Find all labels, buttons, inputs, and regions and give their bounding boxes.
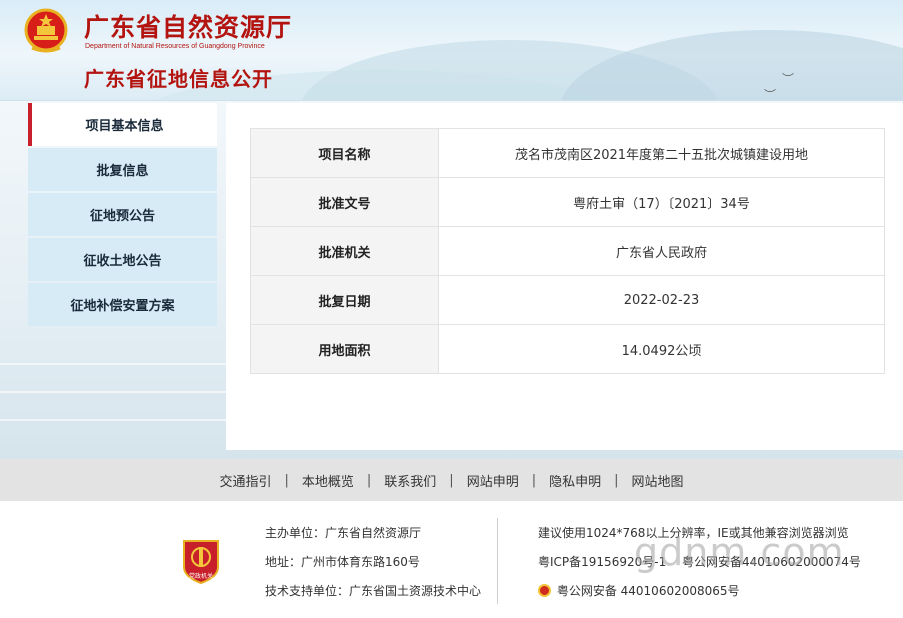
sidebar-item-label: 征收土地公告 xyxy=(83,254,162,269)
sidebar-item-label: 项目基本信息 xyxy=(85,119,164,134)
footer-separator: | xyxy=(614,472,619,488)
row-value: 2022-02-23 xyxy=(438,275,885,325)
table-row: 批准机关 广东省人民政府 xyxy=(250,226,885,276)
table-row: 项目名称 茂名市茂南区2021年度第二十五批次城镇建设用地 xyxy=(250,128,885,178)
footer-separator: | xyxy=(366,472,372,488)
bird-icon: ︶ xyxy=(764,88,777,101)
site-title: 广东省自然资源厅 xyxy=(84,13,293,42)
footer-separator: | xyxy=(449,472,454,488)
table-row: 用地面积 14.0492公顷 xyxy=(250,324,885,374)
row-label: 用地面积 xyxy=(250,324,439,374)
row-label: 批复日期 xyxy=(250,275,439,325)
footer-sponsor: 主办单位：广东省自然资源厅 xyxy=(265,526,422,540)
footer-tech-support: 技术支持单位：广东省国土资源技术中心 xyxy=(265,584,482,598)
row-label: 批准文号 xyxy=(250,177,439,227)
row-label: 项目名称 xyxy=(250,128,439,178)
footer-link-traffic[interactable]: 交通指引 xyxy=(219,471,271,490)
row-value: 广东省人民政府 xyxy=(438,226,885,276)
sidebar-nav: 项目基本信息 批复信息 征地预公告 征收土地公告 征地补偿安置方案 xyxy=(28,103,217,328)
national-emblem-icon xyxy=(24,8,68,53)
sidebar-item-pre-announcement[interactable]: 征地预公告 xyxy=(28,193,217,236)
header-hill-decoration xyxy=(560,30,903,100)
public-security-icon xyxy=(538,584,551,597)
footer-divider xyxy=(497,518,498,604)
site-subtitle: Department of Natural Resources of Guang… xyxy=(85,43,265,50)
sidebar-item-label: 征地补偿安置方案 xyxy=(70,299,175,314)
row-label: 批准机关 xyxy=(250,226,439,276)
sidebar-item-approval-info[interactable]: 批复信息 xyxy=(28,148,217,191)
row-value: 粤府土审（17）〔2021〕34号 xyxy=(438,177,885,227)
footer-link-privacy[interactable]: 隐私申明 xyxy=(549,471,601,490)
project-info-table: 项目名称 茂名市茂南区2021年度第二十五批次城镇建设用地 批准文号 粤府土审（… xyxy=(250,128,885,374)
page-heading: 广东省征地信息公开 xyxy=(84,67,273,91)
footer-police-record: 粤公网安备 44010602008065号 xyxy=(538,582,740,599)
police-record-link[interactable]: 粤公网安备 44010602008065号 xyxy=(557,584,740,598)
sidebar-item-project-info[interactable]: 项目基本信息 xyxy=(28,103,217,146)
footer-address: 地址：广州市体育东路160号 xyxy=(265,555,420,569)
badge-label: 党政机关 xyxy=(189,572,213,580)
sidebar-item-compensation-plan[interactable]: 征地补偿安置方案 xyxy=(28,283,217,326)
footer-nav: 交通指引 | 本地概览 | 联系我们 | 网站申明 | 隐私申明 | 网站地图 xyxy=(0,459,903,501)
sidebar-item-label: 批复信息 xyxy=(96,164,149,179)
footer-link-statement[interactable]: 网站申明 xyxy=(467,471,519,490)
footer-link-sitemap[interactable]: 网站地图 xyxy=(632,471,684,490)
row-value: 茂名市茂南区2021年度第二十五批次城镇建设用地 xyxy=(438,128,885,178)
sidebar-item-label: 征地预公告 xyxy=(89,209,155,224)
site-header: 广东省自然资源厅 Department of Natural Resources… xyxy=(0,0,903,101)
footer-link-overview[interactable]: 本地概览 xyxy=(302,471,354,490)
bird-icon: ︶ xyxy=(782,72,795,86)
sidebar-item-expropriation-notice[interactable]: 征收土地公告 xyxy=(28,238,217,281)
party-government-badge-icon[interactable]: 党政机关 xyxy=(180,537,222,585)
watermark: gdnm.com xyxy=(634,530,845,574)
row-value: 14.0492公顷 xyxy=(438,324,885,374)
table-row: 批准文号 粤府土审（17）〔2021〕34号 xyxy=(250,177,885,227)
footer-separator: | xyxy=(531,472,537,488)
footer-link-contact[interactable]: 联系我们 xyxy=(384,471,436,490)
table-row: 批复日期 2022-02-23 xyxy=(250,275,885,325)
main-panel: 项目名称 茂名市茂南区2021年度第二十五批次城镇建设用地 批准文号 粤府土审（… xyxy=(226,103,903,450)
footer-separator: | xyxy=(284,472,289,488)
